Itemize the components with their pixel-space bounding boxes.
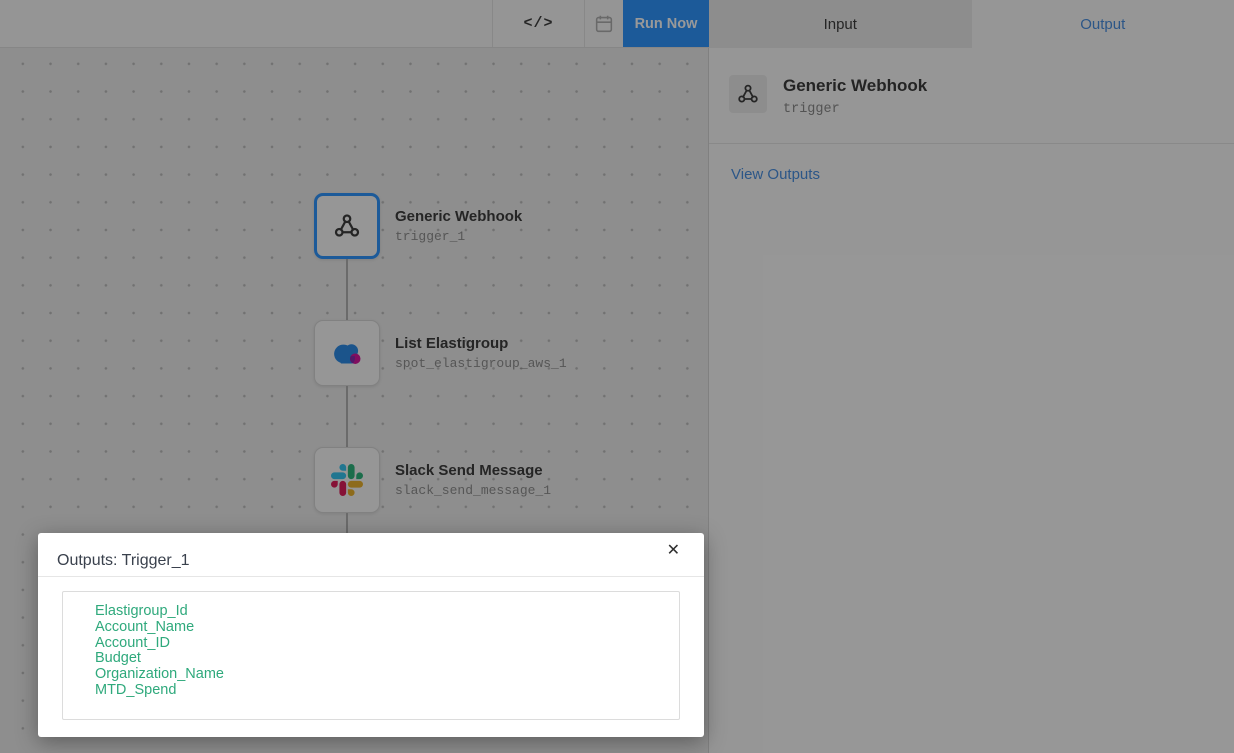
output-item-mtd-spend[interactable]: MTD_Spend (95, 683, 679, 699)
output-item-elastigroup-id[interactable]: Elastigroup_Id (95, 604, 679, 620)
outputs-modal: Outputs: Trigger_1 ✕ Elastigroup_Id Acco… (38, 533, 704, 737)
modal-header: Outputs: Trigger_1 ✕ (38, 533, 704, 577)
output-item-organization-name[interactable]: Organization_Name (95, 667, 679, 683)
modal-body: Elastigroup_Id Account_Name Account_ID B… (38, 577, 704, 720)
output-item-budget[interactable]: Budget (95, 651, 679, 667)
close-icon[interactable]: ✕ (667, 543, 680, 559)
output-item-account-id[interactable]: Account_ID (95, 636, 679, 652)
modal-title: Outputs: Trigger_1 (57, 552, 190, 570)
outputs-list: Elastigroup_Id Account_Name Account_ID B… (62, 591, 680, 720)
output-item-account-name[interactable]: Account_Name (95, 620, 679, 636)
